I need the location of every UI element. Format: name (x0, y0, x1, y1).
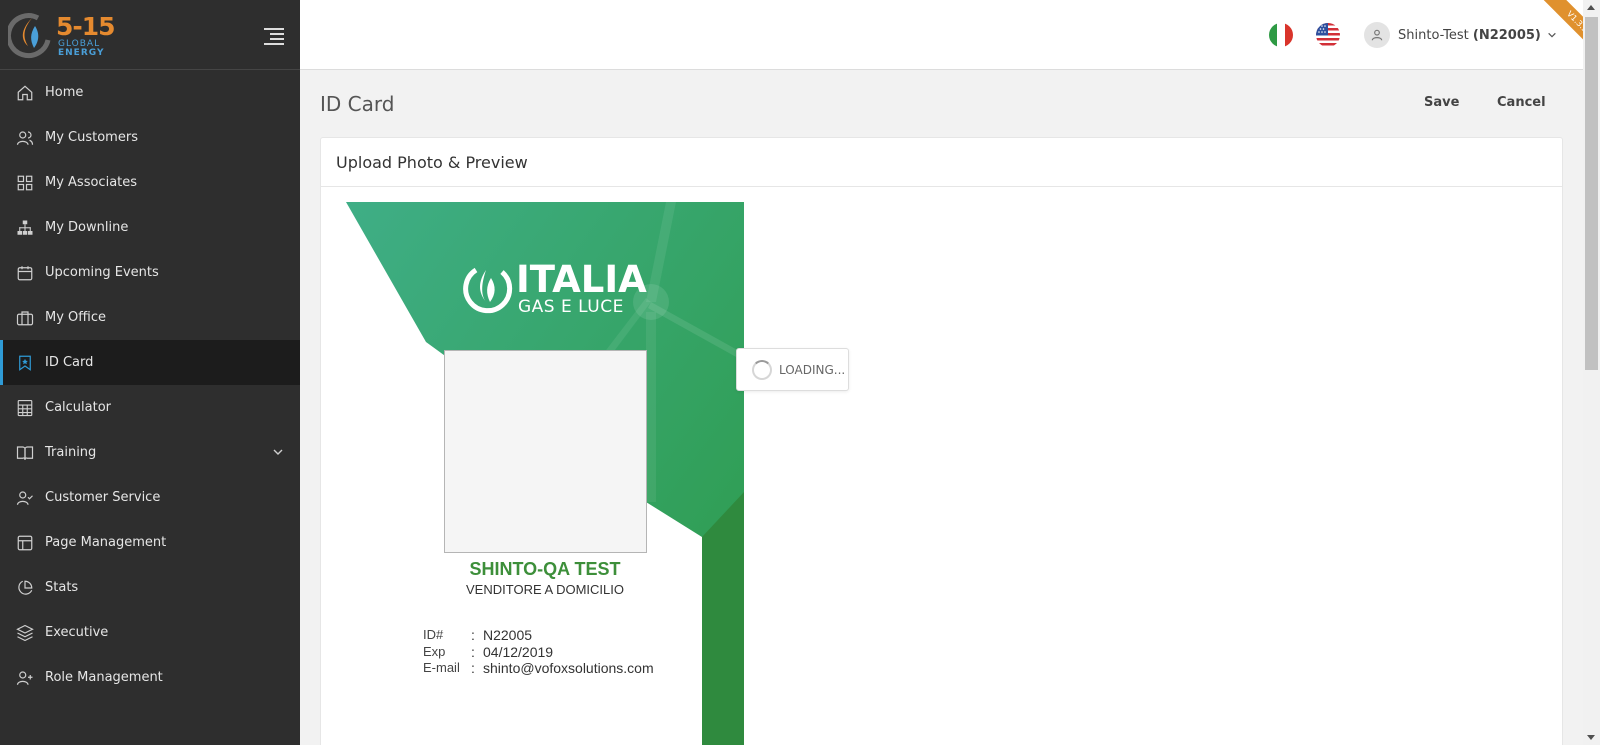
chevron-down-icon[interactable] (272, 446, 284, 458)
email-field-key: E-mail (423, 660, 460, 675)
top-header: Shinto-Test (N22005) V1.3.5 (300, 0, 1600, 70)
sidebar-item-role-management[interactable]: Role Management (0, 655, 300, 700)
sidebar-item-label: My Customers (45, 130, 138, 145)
bookmark-star-icon (16, 354, 34, 372)
page-scrollbar[interactable] (1583, 0, 1600, 745)
avatar (1364, 22, 1390, 48)
users-icon (16, 129, 34, 147)
sidebar-item-my-office[interactable]: My Office (0, 295, 300, 340)
hierarchy-icon (16, 219, 34, 237)
app-logo[interactable]: 5-15 GLOBAL ENERGY (6, 10, 118, 60)
sidebar-item-label: Stats (45, 580, 79, 595)
exp-field-key: Exp (423, 643, 446, 659)
sidebar-item-label: Role Management (45, 670, 163, 685)
logo-line2: ENERGY (58, 48, 105, 58)
photo-upload-area[interactable] (444, 350, 647, 553)
layers-icon (16, 624, 34, 642)
sidebar-item-page-management[interactable]: Page Management (0, 520, 300, 565)
loading-label: LOADING... (779, 362, 846, 377)
logo-brand: 5-15 (56, 12, 116, 41)
id-field-key: ID# (423, 627, 444, 642)
sidebar-item-stats[interactable]: Stats (0, 565, 300, 610)
sidebar-item-home[interactable]: Home (0, 70, 300, 115)
calculator-icon (16, 399, 34, 417)
sidebar-item-executive[interactable]: Executive (0, 610, 300, 655)
sidebar-item-label: Home (45, 85, 84, 100)
sidebar-item-label: My Downline (45, 220, 129, 235)
sidebar-item-label: Page Management (45, 535, 167, 550)
id-field-value: N22005 (483, 627, 533, 643)
id-card-name: SHINTO-QA TEST (469, 559, 621, 579)
exp-info-row: Exp : 04/12/2019 (423, 644, 654, 661)
sidebar-item-training[interactable]: Training (0, 430, 300, 475)
sidebar: 5-15 GLOBAL ENERGY Home My Customers My … (0, 0, 300, 745)
id-info-row: ID# : N22005 (423, 627, 654, 644)
sidebar-item-label: Upcoming Events (45, 265, 159, 280)
user-icon (1371, 29, 1383, 41)
cancel-button[interactable]: Cancel (1497, 95, 1546, 110)
book-icon (16, 444, 34, 462)
user-plus-icon (16, 669, 34, 687)
upload-card: Upload Photo & Preview ITALIA GAS E LUCE… (320, 137, 1563, 745)
spinner-icon (752, 359, 772, 380)
id-card-role: VENDITORE A DOMICILIO (466, 582, 624, 597)
sidebar-item-label: Executive (45, 625, 109, 640)
email-field-value: shinto@vofoxsolutions.com (483, 660, 654, 676)
sidebar-item-label: My Associates (45, 175, 138, 190)
calendar-icon (16, 264, 34, 282)
card-title: Upload Photo & Preview (321, 138, 1562, 187)
flame-logo-icon (463, 267, 513, 314)
sidebar-item-customer-service[interactable]: Customer Service (0, 475, 300, 520)
sidebar-header: 5-15 GLOBAL ENERGY (0, 0, 300, 70)
us-flag-icon[interactable] (1316, 23, 1340, 47)
user-name-text: Shinto-Test (1398, 27, 1469, 43)
scrollbar-thumb[interactable] (1585, 17, 1598, 370)
scroll-up-icon[interactable] (1587, 5, 1595, 10)
sidebar-item-upcoming-events[interactable]: Upcoming Events (0, 250, 300, 295)
sidebar-item-label: Training (45, 445, 97, 460)
sidebar-item-label: My Office (45, 310, 106, 325)
id-field-sep: : (471, 627, 475, 643)
email-info-row: E-mail : shinto@vofoxsolutions.com (423, 660, 654, 677)
italian-flag-icon[interactable] (1269, 23, 1293, 47)
grid-icon (16, 174, 34, 192)
sidebar-item-label: ID Card (45, 355, 94, 370)
loading-indicator: LOADING... (736, 348, 849, 391)
sidebar-item-label: Calculator (45, 400, 112, 415)
pie-chart-icon (16, 579, 34, 597)
scroll-down-icon[interactable] (1587, 735, 1595, 740)
id-brand-line1: ITALIA (516, 258, 647, 301)
user-name: Shinto-Test (N22005) (1398, 28, 1541, 43)
exp-field-sep: : (471, 643, 475, 660)
sidebar-item-my-associates[interactable]: My Associates (0, 160, 300, 205)
sidebar-item-id-card[interactable]: ID Card (0, 340, 300, 385)
sidebar-item-my-customers[interactable]: My Customers (0, 115, 300, 160)
user-id: (N22005) (1472, 27, 1541, 43)
sidebar-item-my-downline[interactable]: My Downline (0, 205, 300, 250)
email-field-sep: : (471, 660, 475, 676)
save-button[interactable]: Save (1424, 95, 1459, 110)
user-menu[interactable]: Shinto-Test (N22005) (1364, 22, 1557, 48)
sidebar-item-calculator[interactable]: Calculator (0, 385, 300, 430)
id-card-logo: ITALIA GAS E LUCE (458, 260, 647, 318)
briefcase-icon (16, 309, 34, 327)
flame-logo-icon (6, 13, 51, 59)
exp-field-value: 04/12/2019 (483, 643, 554, 660)
user-check-icon (16, 489, 34, 507)
id-card-info: ID# : N22005 Exp : 04/12/2019 E-mail : s… (423, 627, 654, 677)
sidebar-nav: Home My Customers My Associates My Downl… (0, 70, 300, 700)
layout-icon (16, 534, 34, 552)
home-icon (16, 84, 34, 102)
page-title: ID Card (320, 92, 395, 116)
sidebar-item-label: Customer Service (45, 490, 161, 505)
id-card-preview: ITALIA GAS E LUCE SHINTO-QA TEST VENDITO… (346, 202, 744, 745)
menu-toggle-icon[interactable] (264, 28, 284, 45)
